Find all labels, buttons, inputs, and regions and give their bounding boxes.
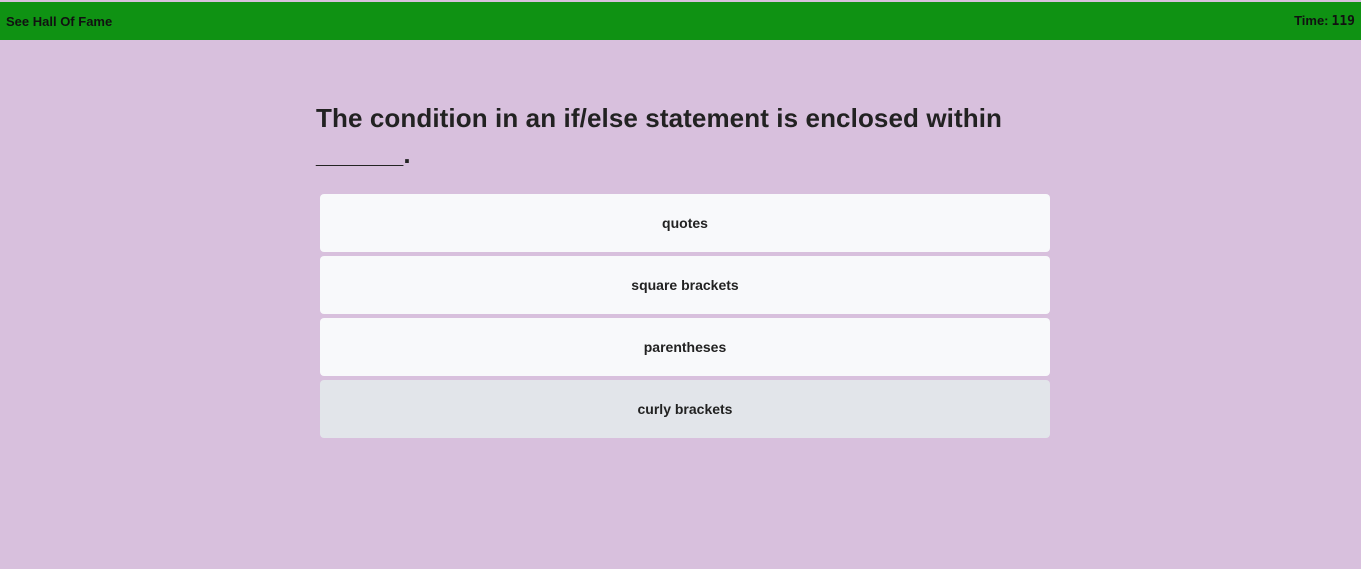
question-text: The condition in an if/else statement is…: [316, 103, 1003, 169]
quiz-card: The condition in an if/else statement is…: [316, 100, 1056, 442]
answer-choices: quotes square brackets parentheses curly…: [320, 194, 1050, 438]
answer-choice-square-brackets[interactable]: square brackets: [320, 256, 1050, 314]
timer-value: 119: [1331, 14, 1355, 29]
top-bar: See Hall Of Fame Time: 119: [0, 2, 1361, 40]
timer-label: Time:: [1294, 13, 1329, 28]
hall-of-fame-link[interactable]: See Hall Of Fame: [6, 14, 112, 29]
answer-choice-quotes[interactable]: quotes: [320, 194, 1050, 252]
answer-choice-curly-brackets[interactable]: curly brackets: [320, 380, 1050, 438]
timer: Time: 119: [1294, 13, 1355, 29]
answer-choice-parentheses[interactable]: parentheses: [320, 318, 1050, 376]
